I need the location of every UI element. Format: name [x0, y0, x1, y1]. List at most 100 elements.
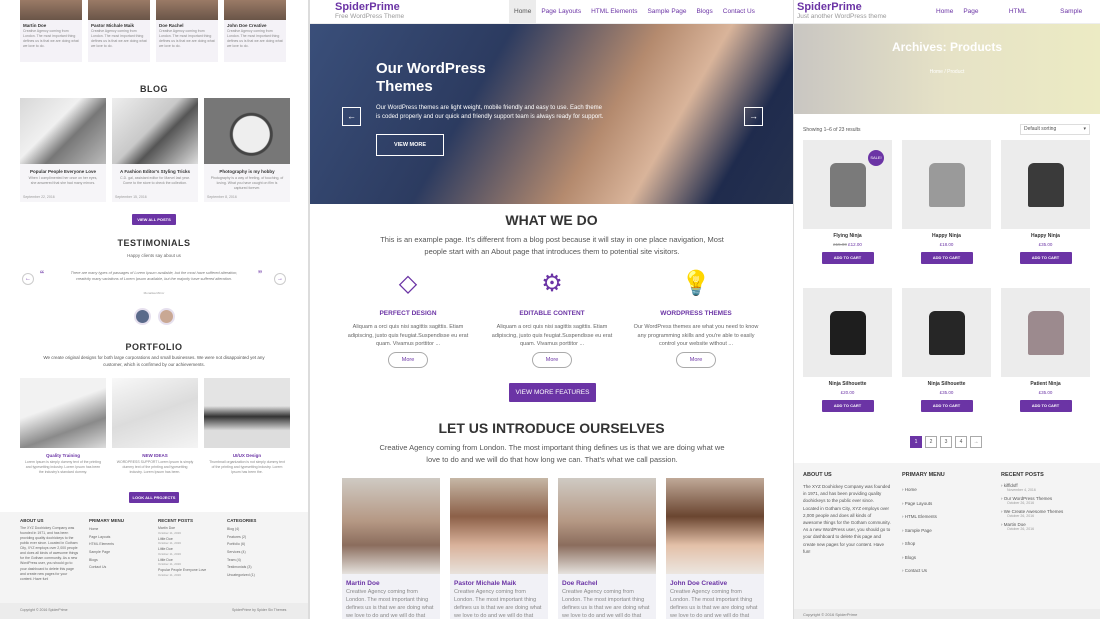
- blog-card[interactable]: Popular People Everyone Love When I compl…: [20, 98, 106, 202]
- team-member-name[interactable]: Pastor Michale Maik: [450, 574, 548, 589]
- footer-menu-item[interactable]: › Contact Us: [902, 564, 987, 578]
- testimonial-avatar[interactable]: [158, 308, 175, 325]
- product-name[interactable]: Ninja Silhouette: [902, 381, 991, 387]
- shop-menu-home[interactable]: Home: [931, 0, 958, 24]
- footer-about: ABOUT US The XYZ Doohickey Company was f…: [20, 518, 80, 582]
- page-link-4[interactable]: 4: [955, 436, 967, 448]
- add-to-cart-button[interactable]: ADD TO CART: [920, 400, 973, 412]
- menu-item-contact[interactable]: Contact Us: [718, 0, 760, 24]
- product-card[interactable]: Happy Ninja £35.00 ADD TO CART: [1001, 140, 1090, 264]
- shop-menu-sample-page[interactable]: Sample Page: [1055, 0, 1100, 39]
- footer-menu-item[interactable]: › Home: [902, 483, 987, 497]
- blog-title[interactable]: A Fashion Editor's Styling Tricks: [112, 169, 198, 174]
- footer-menu-item[interactable]: › HTML Elements: [902, 510, 987, 524]
- add-to-cart-button[interactable]: ADD TO CART: [1019, 400, 1072, 412]
- product-name[interactable]: Ninja Silhouette: [803, 381, 892, 387]
- hero-view-more-button[interactable]: VIEW MORE: [376, 134, 444, 156]
- product-name[interactable]: Happy Ninja: [902, 233, 991, 239]
- add-to-cart-button[interactable]: ADD TO CART: [821, 400, 874, 412]
- feature-item: ◇ PERFECT DESIGN Aliquam a orci quis nis…: [338, 264, 478, 349]
- team-member-card[interactable]: John Doe Creative Creative Agency coming …: [666, 478, 764, 619]
- footer-category-item[interactable]: Uncategorized (1): [227, 572, 289, 580]
- page-next-arrow[interactable]: →: [970, 436, 982, 448]
- footer-menu-item[interactable]: › Sample Page: [902, 524, 987, 538]
- team-member-card[interactable]: Doe Rachel Creative Agency coming from Lo…: [558, 478, 656, 619]
- portfolio-item[interactable]: Quality Training Lorem Ipsum is simply du…: [20, 378, 106, 474]
- feature-more-button[interactable]: More: [676, 352, 716, 368]
- product-card[interactable]: Happy Ninja £18.00 ADD TO CART: [902, 140, 991, 264]
- blog-card[interactable]: Photography is my hobby Photography is a …: [204, 98, 290, 202]
- shop-menu-page-layouts[interactable]: Page Layouts: [958, 0, 1003, 39]
- blog-title[interactable]: Popular People Everyone Love: [20, 169, 106, 174]
- sorting-select[interactable]: Default sorting ▾: [1020, 124, 1090, 135]
- menu-item-page-layouts[interactable]: Page Layouts: [536, 0, 586, 24]
- footer-category-item[interactable]: Blog (4): [227, 526, 289, 534]
- team-member-name[interactable]: John Doe Creative: [666, 574, 764, 589]
- menu-item-home[interactable]: Home: [509, 0, 537, 24]
- testimonial-prev-button[interactable]: ←: [22, 273, 34, 285]
- product-card[interactable]: Ninja Silhouette £35.00 ADD TO CART: [902, 288, 991, 412]
- team-member-name[interactable]: Martin Doe: [342, 574, 440, 589]
- breadcrumb[interactable]: Home / Product: [794, 69, 1100, 75]
- product-card[interactable]: SALE! Flying Ninja £15.00 £12.00 ADD TO …: [803, 140, 892, 264]
- footer-menu-item[interactable]: › Blogs: [902, 551, 987, 565]
- menu-item-sample-page[interactable]: Sample Page: [642, 0, 691, 24]
- footer-category-item[interactable]: Portfolio (6): [227, 541, 289, 549]
- introduce-heading: LET US INTRODUCE OURSELVES: [438, 420, 665, 436]
- hero-slider: Our WordPress Themes Our WordPress theme…: [310, 24, 793, 204]
- footer-menu-item[interactable]: Page Layouts: [89, 534, 149, 542]
- add-to-cart-button[interactable]: ADD TO CART: [920, 252, 973, 264]
- product-price: £15.00 £12.00: [803, 242, 892, 247]
- footer-category-item[interactable]: Testimonials (3): [227, 564, 289, 572]
- product-name[interactable]: Happy Ninja: [1001, 233, 1090, 239]
- footer-menu-item[interactable]: › Page Layouts: [902, 497, 987, 511]
- main-menu: Home Page Layouts HTML Elements Sample P…: [509, 0, 760, 24]
- product-card[interactable]: Ninja Silhouette £20.00 ADD TO CART: [803, 288, 892, 412]
- page-link-3[interactable]: 3: [940, 436, 952, 448]
- footer-menu-item[interactable]: Sample Page: [89, 549, 149, 557]
- menu-item-blogs[interactable]: Blogs: [692, 0, 718, 24]
- footer-menu-item[interactable]: Home: [89, 526, 149, 534]
- product-image: [902, 288, 991, 377]
- feature-desc: Aliquam a orci quis nisi sagittis sagitt…: [347, 324, 469, 348]
- testimonial-next-button[interactable]: →: [274, 273, 286, 285]
- footer-recent-date: October 11, 2016: [158, 541, 181, 546]
- slider-prev-arrow[interactable]: ←: [342, 107, 361, 126]
- team-member-name[interactable]: Doe Rachel: [558, 574, 656, 589]
- add-to-cart-button[interactable]: ADD TO CART: [1019, 252, 1072, 264]
- footer-categories-title: CATEGORIES: [227, 518, 257, 523]
- team-member-card[interactable]: Martin Doe Creative Agency coming from Lo…: [342, 478, 440, 619]
- theme-credit[interactable]: SpiderPrime by Spider Six Themes: [232, 608, 286, 612]
- view-all-posts-button[interactable]: VIEW ALL POSTS: [132, 214, 176, 225]
- portfolio-item[interactable]: NEW IDEAS WORDPRESS SUPPORT Lorem Ipsum i…: [112, 378, 198, 474]
- product-card[interactable]: Patient Ninja £35.00 ADD TO CART: [1001, 288, 1090, 412]
- page-link-2[interactable]: 2: [925, 436, 937, 448]
- team-desc: Creative Agency coming from London. The …: [227, 29, 283, 48]
- slider-next-arrow[interactable]: →: [744, 107, 763, 126]
- site-logo[interactable]: SpiderPrime: [335, 1, 400, 13]
- footer-category-item[interactable]: Team (4): [227, 557, 289, 565]
- footer-menu-item[interactable]: Contact Us: [89, 564, 149, 572]
- product-price: £35.00: [1038, 390, 1053, 395]
- footer-category-item[interactable]: Features (2): [227, 534, 289, 542]
- feature-more-button[interactable]: More: [532, 352, 572, 368]
- portfolio-item[interactable]: UI/UX Design Thumbnail organization is no…: [204, 378, 290, 474]
- look-all-projects-button[interactable]: LOOK ALL PROJECTS: [129, 492, 179, 503]
- footer-menu-item[interactable]: Blogs: [89, 557, 149, 565]
- footer-menu-item[interactable]: › Shop: [902, 537, 987, 551]
- feature-more-button[interactable]: More: [388, 352, 428, 368]
- shop-logo[interactable]: SpiderPrime: [797, 1, 862, 13]
- shop-menu-html-elements[interactable]: HTML Elements: [1004, 0, 1055, 39]
- product-name[interactable]: Flying Ninja: [803, 233, 892, 239]
- blog-card[interactable]: A Fashion Editor's Styling Tricks C.D. ga…: [112, 98, 198, 202]
- team-member-card[interactable]: Pastor Michale Maik Creative Agency comin…: [450, 478, 548, 619]
- footer-category-item[interactable]: Services (4): [227, 549, 289, 557]
- view-more-features-button[interactable]: VIEW MORE FEATURES: [509, 383, 596, 402]
- menu-item-html-elements[interactable]: HTML Elements: [586, 0, 642, 24]
- testimonial-avatar[interactable]: [134, 308, 151, 325]
- footer-menu-item[interactable]: HTML Elements: [89, 541, 149, 549]
- page-link-1[interactable]: 1: [910, 436, 922, 448]
- feature-title: PERFECT DESIGN: [379, 310, 437, 317]
- product-name[interactable]: Patient Ninja: [1001, 381, 1090, 387]
- add-to-cart-button[interactable]: ADD TO CART: [821, 252, 874, 264]
